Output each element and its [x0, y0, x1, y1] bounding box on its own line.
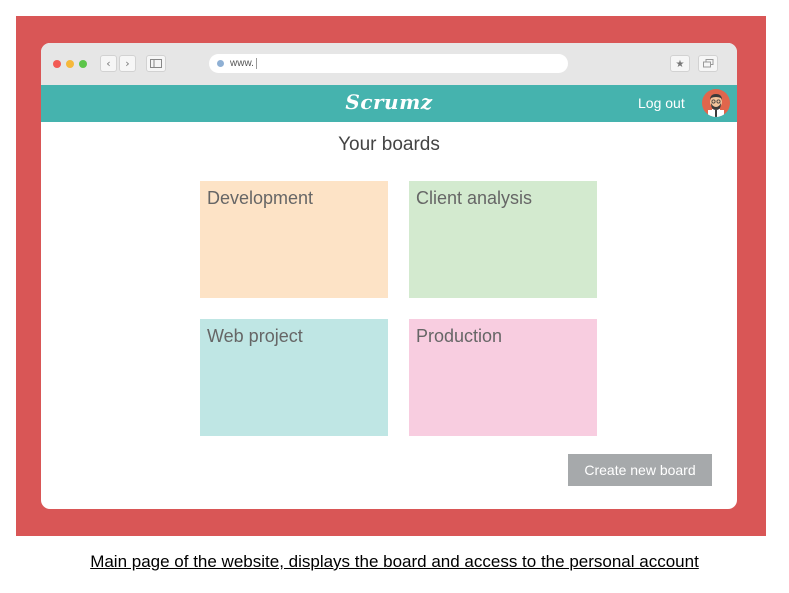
- board-title: Production: [416, 326, 503, 346]
- chevron-right-icon: ›: [125, 57, 130, 70]
- board-card-web-project[interactable]: Web project: [200, 319, 388, 436]
- board-card-client-analysis[interactable]: Client analysis: [409, 181, 597, 298]
- logout-link[interactable]: Log out: [638, 95, 685, 111]
- app-header: Scrumz Log out: [41, 85, 737, 122]
- tabs-icon: [702, 59, 713, 68]
- board-title: Web project: [207, 326, 303, 346]
- bookmark-button[interactable]: ★: [670, 55, 690, 72]
- back-button[interactable]: ‹: [100, 55, 117, 72]
- text-caret: [256, 58, 257, 69]
- address-bar[interactable]: www.: [209, 54, 568, 73]
- user-avatar-icon: [708, 94, 724, 117]
- sidebar-icon: [150, 59, 162, 68]
- create-board-button[interactable]: Create new board: [568, 454, 712, 486]
- chevron-left-icon: ‹: [106, 57, 111, 70]
- tabs-button[interactable]: [698, 55, 718, 72]
- board-title: Client analysis: [416, 188, 533, 208]
- sidebar-toggle-button[interactable]: [146, 55, 166, 72]
- avatar[interactable]: [702, 89, 730, 117]
- forward-button[interactable]: ›: [119, 55, 136, 72]
- browser-window: ‹ › www. ★ Scrumz Log out Your boards De…: [41, 43, 737, 509]
- maximize-window-button[interactable]: [79, 60, 87, 68]
- star-icon: ★: [675, 59, 685, 70]
- close-window-button[interactable]: [53, 60, 61, 68]
- globe-icon: [217, 60, 224, 67]
- browser-toolbar: ‹ › www. ★: [41, 43, 737, 85]
- board-title: Development: [207, 188, 314, 208]
- minimize-window-button[interactable]: [66, 60, 74, 68]
- board-card-production[interactable]: Production: [409, 319, 597, 436]
- app-logo[interactable]: Scrumz: [41, 90, 737, 114]
- page-title: Your boards: [338, 134, 440, 155]
- board-card-development[interactable]: Development: [200, 181, 388, 298]
- url-text: www.: [230, 58, 254, 69]
- figure-caption: Main page of the website, displays the b…: [90, 552, 699, 571]
